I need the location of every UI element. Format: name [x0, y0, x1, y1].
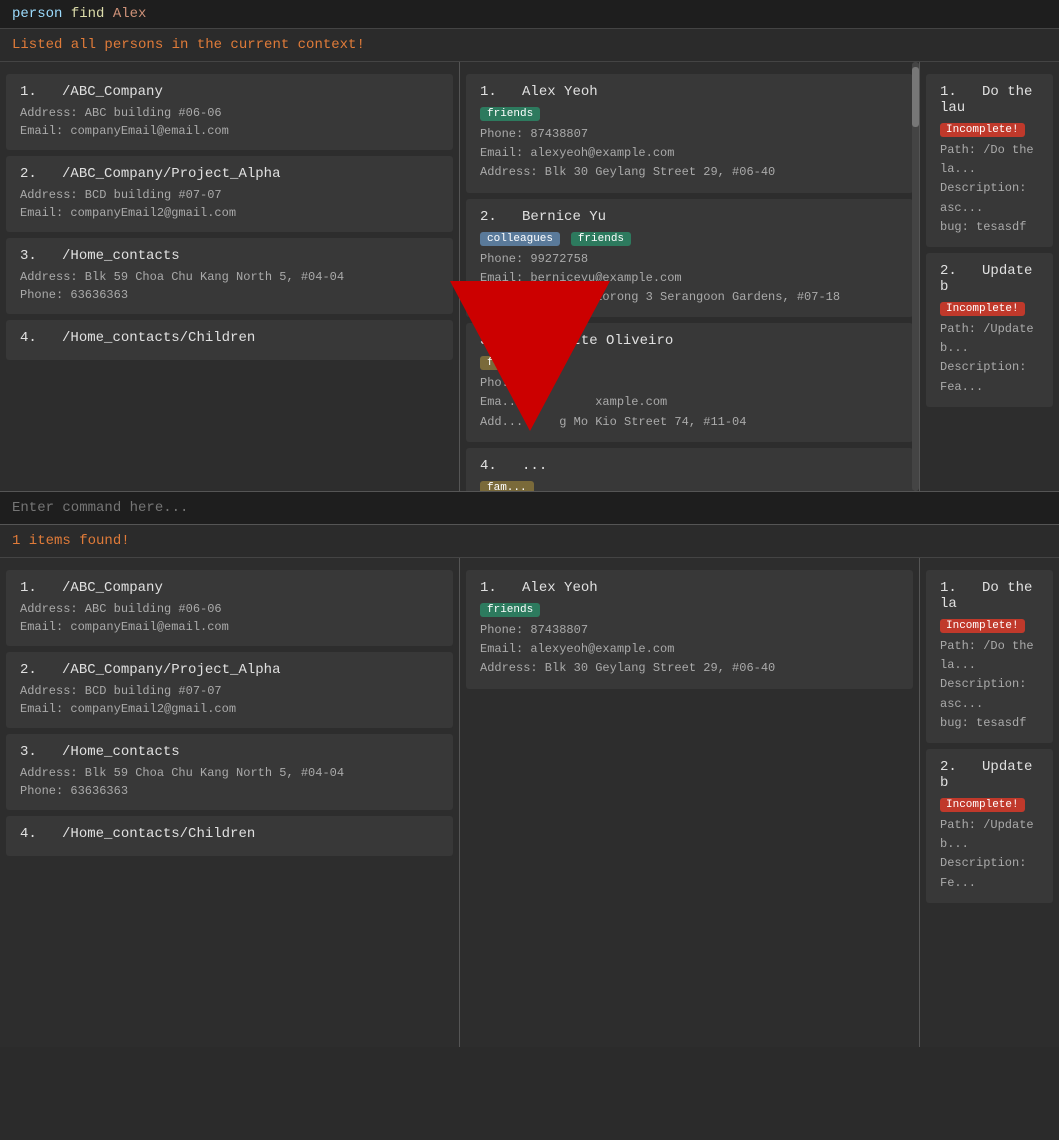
top-command-bar: person find Alex [0, 0, 1059, 29]
person-2-name: 2. Bernice Yu [480, 209, 899, 225]
bottom-context-item-1[interactable]: 1. /ABC_Company Address: ABC building #0… [6, 570, 453, 646]
task-2-badge: Incomplete! [940, 300, 1039, 320]
person-card-1[interactable]: 1. Alex Yeoh friends Phone: 87438807 Ema… [466, 74, 913, 193]
bottom-task-2-detail: Path: /Update b... Description: Fe... [940, 816, 1039, 893]
context-item-1-detail: Address: ABC building #06-06 Email: comp… [20, 104, 439, 140]
person-card-4[interactable]: 4. ... fam... Pho... Ema... mple.com Add… [466, 448, 913, 491]
status-text-1: Listed all persons in the current contex… [12, 37, 365, 53]
bottom-context-item-2-title: 2. /ABC_Company/Project_Alpha [20, 662, 439, 678]
context-item-2[interactable]: 2. /ABC_Company/Project_Alpha Address: B… [6, 156, 453, 232]
context-item-2-title: 2. /ABC_Company/Project_Alpha [20, 166, 439, 182]
tag-friends-1: friends [480, 107, 540, 121]
task-1-detail: Path: /Do the la... Description: asc... … [940, 141, 1039, 237]
bottom-context-item-3-title: 3. /Home_contacts [20, 744, 439, 760]
command-area[interactable] [0, 491, 1059, 525]
second-panel-row: 1. /ABC_Company Address: ABC building #0… [0, 557, 1059, 1047]
bottom-context-item-3[interactable]: 3. /Home_contacts Address: Blk 59 Choa C… [6, 734, 453, 810]
bottom-person-1-name: 1. Alex Yeoh [480, 580, 899, 596]
bottom-task-card-2[interactable]: 2. Update b Incomplete! Path: /Update b.… [926, 749, 1053, 903]
task-2-title: 2. Update b [940, 263, 1039, 295]
task-1-badge: Incomplete! [940, 121, 1039, 141]
right-panel-1: 1. Do the lau Incomplete! Path: /Do the … [920, 62, 1059, 491]
bottom-context-item-2[interactable]: 2. /ABC_Company/Project_Alpha Address: B… [6, 652, 453, 728]
cmd-find: find [71, 6, 105, 22]
bottom-context-item-1-detail: Address: ABC building #06-06 Email: comp… [20, 600, 439, 636]
person-4-tags: fam... [480, 479, 899, 491]
task-2-detail: Path: /Update b... Description: Fea... [940, 320, 1039, 397]
person-1-tags: friends [480, 105, 899, 125]
person-2-tags: colleagues friends [480, 230, 899, 250]
bottom-context-item-4[interactable]: 4. /Home_contacts/Children [6, 816, 453, 856]
bottom-task-1-badge: Incomplete! [940, 617, 1039, 637]
cmd-arg: Alex [113, 6, 147, 22]
bottom-task-2-badge: Incomplete! [940, 796, 1039, 816]
context-item-1-title: 1. /ABC_Company [20, 84, 439, 100]
command-input[interactable] [12, 500, 1047, 516]
bottom-context-item-3-detail: Address: Blk 59 Choa Chu Kang North 5, #… [20, 764, 439, 800]
bottom-context-item-2-detail: Address: BCD building #07-07 Email: comp… [20, 682, 439, 718]
command-display: person find Alex [12, 6, 146, 22]
context-item-3[interactable]: 3. /Home_contacts Address: Blk 59 Choa C… [6, 238, 453, 314]
bottom-person-1-detail: Phone: 87438807 Email: alexyeoh@example.… [480, 621, 899, 679]
context-item-1[interactable]: 1. /ABC_Company Address: ABC building #0… [6, 74, 453, 150]
task-1-title: 1. Do the lau [940, 84, 1039, 116]
middle-panel-2: 1. Alex Yeoh friends Phone: 87438807 Ema… [460, 558, 920, 1047]
bottom-task-2-title: 2. Update b [940, 759, 1039, 791]
red-arrow-indicator [450, 261, 610, 445]
context-item-2-detail: Address: BCD building #07-07 Email: comp… [20, 186, 439, 222]
bottom-task-card-1[interactable]: 1. Do the la Incomplete! Path: /Do the l… [926, 570, 1053, 743]
left-panel-1: 1. /ABC_Company Address: ABC building #0… [0, 62, 460, 491]
status-text-2: 1 items found! [12, 533, 130, 549]
bottom-tag-friends-1: friends [480, 603, 540, 617]
context-item-4[interactable]: 4. /Home_contacts/Children [6, 320, 453, 360]
context-item-4-title: 4. /Home_contacts/Children [20, 330, 439, 346]
bottom-context-item-4-title: 4. /Home_contacts/Children [20, 826, 439, 842]
task-card-1[interactable]: 1. Do the lau Incomplete! Path: /Do the … [926, 74, 1053, 247]
person-1-name: 1. Alex Yeoh [480, 84, 899, 100]
task-card-2[interactable]: 2. Update b Incomplete! Path: /Update b.… [926, 253, 1053, 407]
status-bar-1: Listed all persons in the current contex… [0, 29, 1059, 61]
bottom-person-card-1[interactable]: 1. Alex Yeoh friends Phone: 87438807 Ema… [466, 570, 913, 689]
context-item-3-title: 3. /Home_contacts [20, 248, 439, 264]
tag-colleagues-1: colleagues [480, 232, 560, 246]
person-1-detail: Phone: 87438807 Email: alexyeoh@example.… [480, 125, 899, 183]
bottom-task-1-detail: Path: /Do the la... Description: asc... … [940, 637, 1039, 733]
right-panel-2: 1. Do the la Incomplete! Path: /Do the l… [920, 558, 1059, 1047]
bottom-task-1-title: 1. Do the la [940, 580, 1039, 612]
tag-family-2: fam... [480, 481, 534, 491]
cmd-person: person [12, 6, 62, 22]
bottom-person-1-tags: friends [480, 601, 899, 621]
tag-friends-2: friends [571, 232, 631, 246]
person-4-name: 4. ... [480, 458, 899, 474]
bottom-context-item-1-title: 1. /ABC_Company [20, 580, 439, 596]
context-item-3-detail: Address: Blk 59 Choa Chu Kang North 5, #… [20, 268, 439, 304]
status-bar-2: 1 items found! [0, 525, 1059, 557]
left-panel-2: 1. /ABC_Company Address: ABC building #0… [0, 558, 460, 1047]
